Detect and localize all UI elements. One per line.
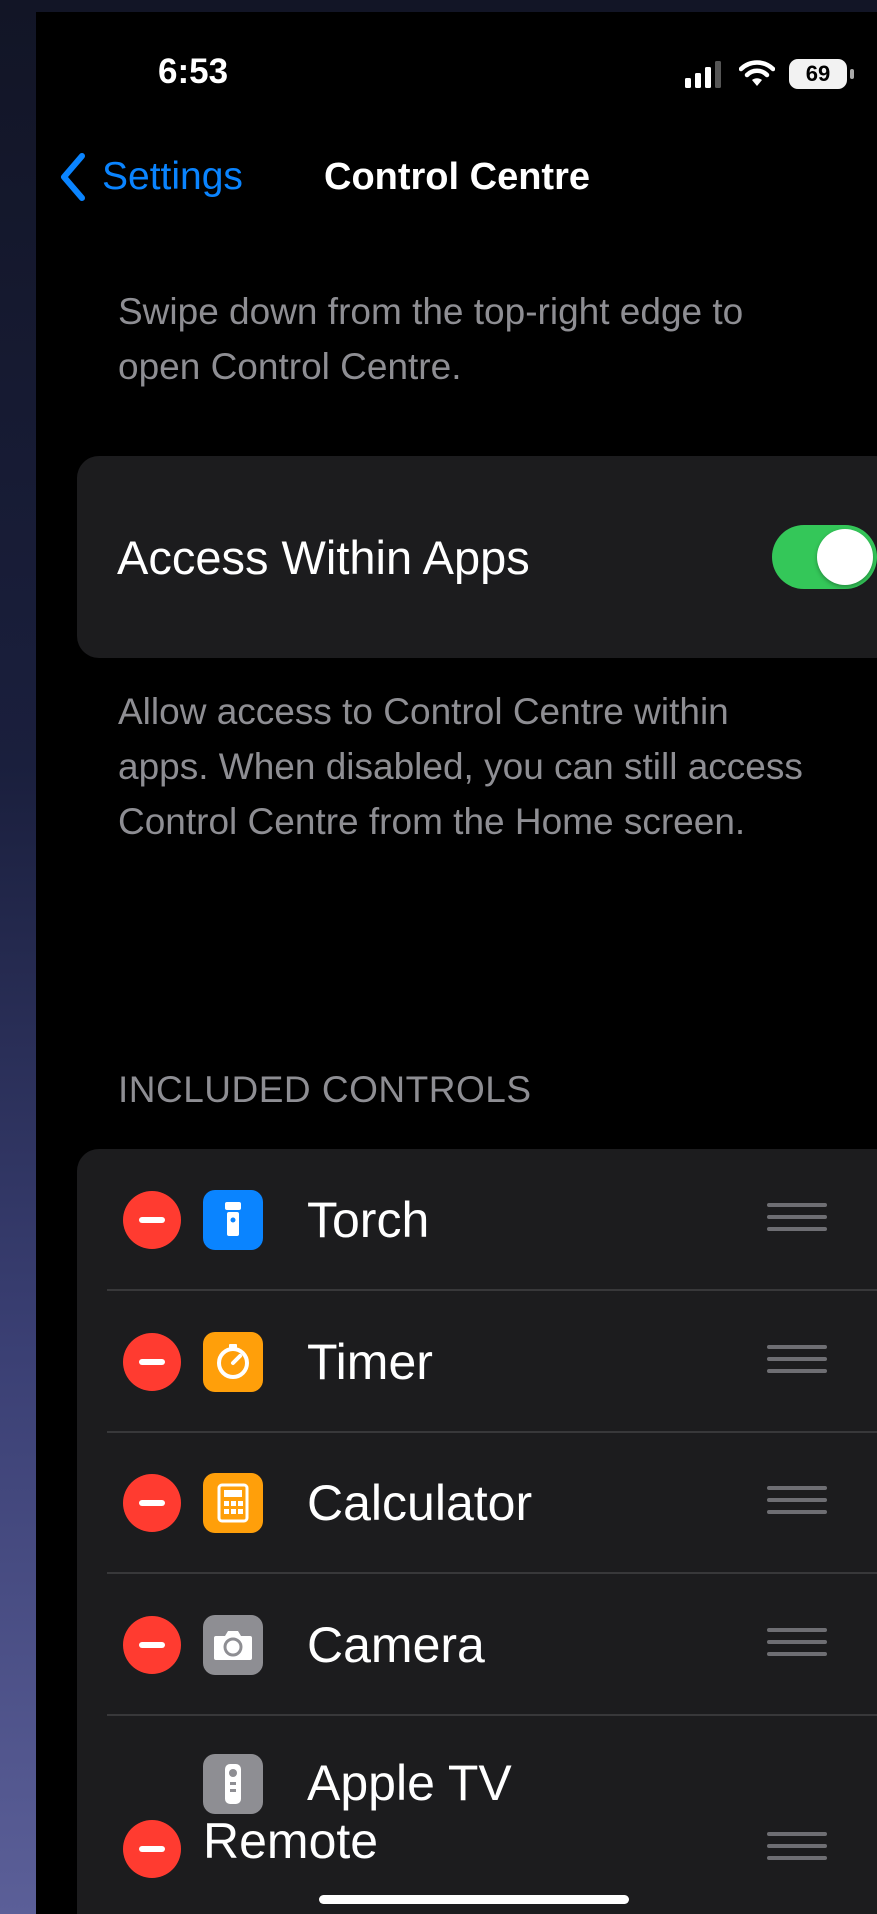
status-icons: 69: [685, 54, 854, 94]
access-within-apps-toggle[interactable]: [772, 525, 877, 589]
control-row-torch: Torch: [77, 1149, 877, 1291]
phone-screen: 6:53 69 Settings Control Centre Swipe do…: [36, 12, 877, 1914]
remove-apple-tv-remote-button[interactable]: [123, 1820, 181, 1878]
control-row-camera: Camera: [77, 1574, 877, 1716]
control-label: Camera: [307, 1617, 485, 1673]
calculator-icon: [203, 1473, 263, 1533]
control-row-calculator: Calculator: [77, 1433, 877, 1574]
control-row-apple-tv-remote: Apple TV Remote: [77, 1716, 877, 1914]
back-button-label: Settings: [102, 155, 243, 198]
control-row-timer: Timer: [77, 1291, 877, 1433]
camera-icon: [203, 1615, 263, 1675]
torch-icon: [203, 1190, 263, 1250]
chevron-left-icon: [61, 153, 85, 201]
reorder-handle-icon[interactable]: [767, 1832, 827, 1866]
control-label: Timer: [307, 1334, 433, 1390]
reorder-handle-icon[interactable]: [767, 1203, 827, 1237]
home-indicator[interactable]: [319, 1895, 629, 1904]
control-label-continued: Remote: [203, 1813, 379, 1869]
control-label: Apple TV: [307, 1755, 512, 1811]
remove-torch-button[interactable]: [123, 1191, 181, 1249]
reorder-handle-icon[interactable]: [767, 1345, 827, 1379]
access-within-apps-cell: Access Within Apps: [77, 456, 877, 658]
cellular-signal-icon: [685, 61, 721, 88]
status-time: 6:53: [158, 52, 229, 91]
control-label: Torch: [307, 1192, 430, 1248]
navigation-bar: Settings Control Centre: [36, 142, 877, 212]
page-title: Control Centre: [324, 155, 590, 198]
reorder-handle-icon[interactable]: [767, 1628, 827, 1662]
timer-icon: [203, 1332, 263, 1392]
included-controls-list: Torch Timer Calculator Camera Apple TV R…: [77, 1149, 877, 1914]
back-button[interactable]: Settings: [58, 142, 243, 212]
remove-timer-button[interactable]: [123, 1333, 181, 1391]
intro-description: Swipe down from the top-right edge to op…: [118, 291, 744, 387]
access-within-apps-label: Access Within Apps: [117, 530, 530, 584]
access-help-text: Allow access to Control Centre within ap…: [118, 691, 803, 842]
section-header-included-controls: INCLUDED CONTROLS: [118, 1069, 532, 1110]
remove-camera-button[interactable]: [123, 1616, 181, 1674]
reorder-handle-icon[interactable]: [767, 1486, 827, 1520]
battery-indicator: 69: [789, 59, 854, 89]
wifi-icon: [739, 60, 775, 86]
tv-remote-icon: [203, 1754, 263, 1814]
remove-calculator-button[interactable]: [123, 1474, 181, 1532]
toggle-knob: [817, 529, 873, 585]
control-label: Calculator: [307, 1475, 533, 1531]
